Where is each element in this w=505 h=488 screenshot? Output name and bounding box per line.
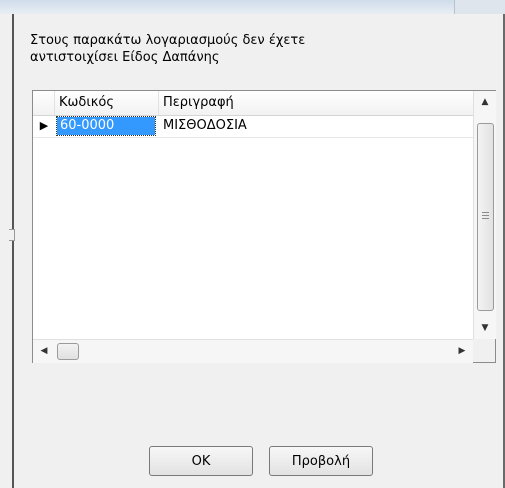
column-header-description[interactable]: Περιγραφή xyxy=(159,91,473,115)
table-row[interactable]: ▶ 60-0000 ΜΙΣΘΟΔΟΣΙΑ xyxy=(33,115,473,138)
horizontal-scrollbar[interactable]: ◀ ▶ xyxy=(33,339,473,363)
vertical-scroll-thumb[interactable] xyxy=(477,123,494,311)
message-line-2: αντιστοιχίσει Είδος Δαπάνης xyxy=(30,50,220,65)
scrollbar-corner xyxy=(473,339,495,362)
vertical-scrollbar[interactable]: ▲ ▼ xyxy=(473,91,496,339)
column-header-code[interactable]: Κωδικός xyxy=(55,91,159,115)
message-line-1: Στους παρακάτω λογαριασμούς δεν έχετε xyxy=(30,33,306,48)
triangle-left-icon[interactable]: ◀ xyxy=(33,340,55,362)
cell-description[interactable]: ΜΙΣΘΟΔΟΣΙΑ xyxy=(163,115,247,137)
window-top-strip xyxy=(0,0,505,14)
triangle-up-icon[interactable]: ▲ xyxy=(474,91,496,113)
ok-button[interactable]: OK xyxy=(149,446,253,476)
window-top-right-strip xyxy=(454,0,505,14)
triangle-down-icon[interactable]: ▼ xyxy=(474,317,496,339)
grid-header: Κωδικός Περιγραφή xyxy=(33,91,473,116)
triangle-right-icon[interactable]: ▶ xyxy=(451,340,473,362)
grip-icon xyxy=(482,212,489,213)
accounts-grid[interactable]: Κωδικός Περιγραφή ▶ 60-0000 ΜΙΣΘΟΔΟΣΙΑ ▲… xyxy=(32,90,496,363)
message-text: Στους παρακάτω λογαριασμούς δεν έχετε αν… xyxy=(30,32,470,66)
horizontal-scroll-thumb[interactable] xyxy=(57,343,79,360)
view-button[interactable]: Προβολή xyxy=(269,446,373,476)
row-indicator-header xyxy=(33,91,55,115)
window-left-border xyxy=(0,14,14,488)
arrow-right-icon: ▶ xyxy=(39,119,49,132)
left-edge-handle xyxy=(9,229,15,241)
cell-code[interactable]: 60-0000 xyxy=(56,116,156,136)
